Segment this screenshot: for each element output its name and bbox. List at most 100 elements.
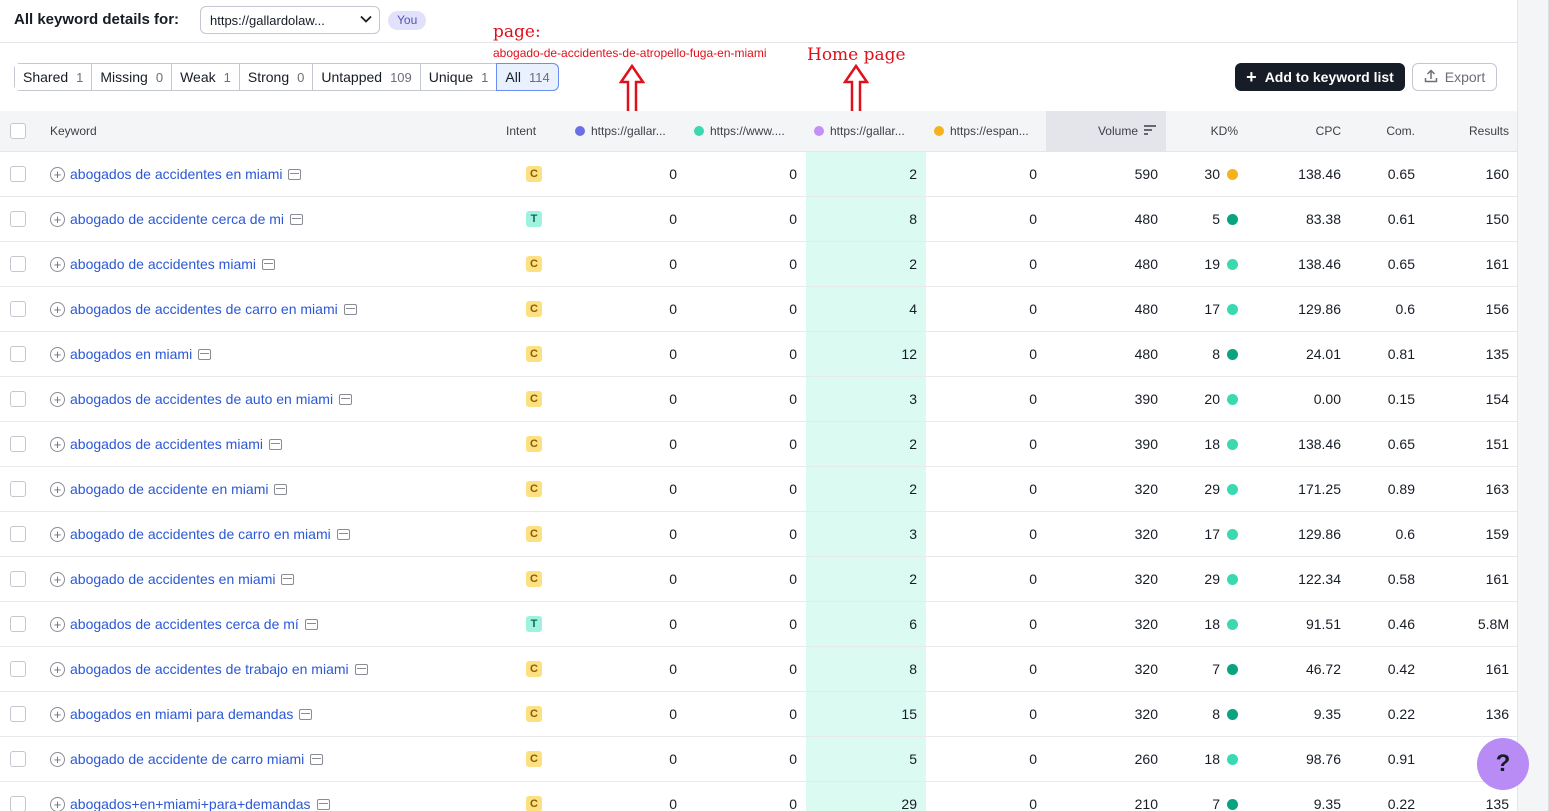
row-checkbox[interactable] [10,782,26,811]
add-circle-icon[interactable]: + [50,346,65,362]
add-circle-icon[interactable]: + [50,256,65,272]
keyword-link[interactable]: abogado de accidente de carro miami [70,751,304,767]
serp-features-icon[interactable] [281,573,295,585]
serp-features-icon[interactable] [299,708,313,720]
keyword-link[interactable]: abogados+en+miami+para+demandas [70,796,311,811]
table-row[interactable]: + abogado de accidente cerca de mi T 0 0 8 0 48… [0,197,1517,242]
add-to-keyword-list-button[interactable]: + Add to keyword list [1235,63,1405,91]
column-kd[interactable]: KD% [1180,111,1238,151]
add-circle-icon[interactable]: + [50,211,65,227]
row-checkbox[interactable] [10,557,26,601]
serp-features-icon[interactable] [339,393,353,405]
table-row[interactable]: + abogado de accidentes miami C 0 0 2 0 480 138.… [0,242,1517,287]
row-checkbox[interactable] [10,422,26,466]
keyword-link[interactable]: abogados en miami para demandas [70,706,293,722]
export-button[interactable]: Export [1412,63,1497,91]
column-intent[interactable]: Intent [506,111,536,151]
keyword-link[interactable]: abogado de accidentes de carro en miami [70,526,331,542]
table-row[interactable]: + abogados de accidentes de trabajo en mi… [0,647,1517,692]
keyword-link[interactable]: abogados de accidentes de carro en miami [70,301,338,317]
serp-features-icon[interactable] [310,753,324,765]
add-circle-icon[interactable]: + [50,166,65,182]
row-checkbox[interactable] [10,332,26,376]
add-circle-icon[interactable]: + [50,706,65,722]
table-row[interactable]: + abogados de accidentes cerca de mí T 0 0 6 0… [0,602,1517,647]
table-row[interactable]: + abogados de accidentes de carro en miam… [0,287,1517,332]
keyword-link[interactable]: abogados de accidentes cerca de mí [70,616,299,632]
filter-tab-untapped[interactable]: Untapped 109 [313,64,421,90]
column-keyword[interactable]: Keyword [50,111,97,151]
row-checkbox[interactable] [10,152,26,196]
filter-tab-all[interactable]: All 114 [496,63,559,91]
add-circle-icon[interactable]: + [50,301,65,317]
row-checkbox[interactable] [10,602,26,646]
add-circle-icon[interactable]: + [50,481,65,497]
keyword-link[interactable]: abogados en miami [70,346,192,362]
add-circle-icon[interactable]: + [50,391,65,407]
add-circle-icon[interactable]: + [50,526,65,542]
keyword-link[interactable]: abogado de accidente en miami [70,481,268,497]
table-row[interactable]: + abogado de accidentes en miami C 0 0 2 0 320 1… [0,557,1517,602]
column-cpc[interactable]: CPC [1270,111,1341,151]
domain-select[interactable]: https://gallardolaw... [200,6,380,34]
filter-tab-missing[interactable]: Missing 0 [92,64,173,90]
table-row[interactable]: + abogados en miami para demandas C 0 0 15 0 32… [0,692,1517,737]
serp-features-icon[interactable] [290,213,304,225]
add-circle-icon[interactable]: + [50,661,65,677]
serp-features-icon[interactable] [198,348,212,360]
serp-features-icon[interactable] [269,438,283,450]
keyword-link[interactable]: abogados de accidentes de trabajo en mia… [70,661,349,677]
table-row[interactable]: + abogados+en+miami+para+demandas C 0 0 29 0 21… [0,782,1517,811]
add-circle-icon[interactable]: + [50,796,65,811]
filter-tab-shared[interactable]: Shared 1 [15,64,93,90]
column-volume[interactable]: Volume [1046,111,1166,151]
row-checkbox[interactable] [10,692,26,736]
column-domain-4[interactable]: https://espan... [934,111,1044,151]
select-all-checkbox[interactable] [10,111,30,151]
row-checkbox[interactable] [10,377,26,421]
add-circle-icon[interactable]: + [50,616,65,632]
serp-features-icon[interactable] [304,618,318,630]
serp-features-icon[interactable] [288,168,302,180]
annotation-page-label: page: [493,22,541,42]
keyword-link[interactable]: abogado de accidentes miami [70,256,256,272]
table-row[interactable]: + abogado de accidente en miami C 0 0 2 0 320 17… [0,467,1517,512]
keyword-link[interactable]: abogado de accidente cerca de mi [70,211,284,227]
table-row[interactable]: + abogado de accidente de carro miami C 0 0 5… [0,737,1517,782]
table-row[interactable]: + abogado de accidentes de carro en miami… [0,512,1517,557]
row-checkbox[interactable] [10,287,26,331]
serp-features-icon[interactable] [343,303,357,315]
column-domain-1[interactable]: https://gallar... [575,111,685,151]
row-checkbox[interactable] [10,467,26,511]
filter-tab-weak[interactable]: Weak 1 [172,64,240,90]
row-checkbox[interactable] [10,647,26,691]
row-checkbox[interactable] [10,512,26,556]
column-results[interactable]: Results [1430,111,1509,151]
keyword-link[interactable]: abogado de accidentes en miami [70,571,275,587]
add-circle-icon[interactable]: + [50,436,65,452]
serp-features-icon[interactable] [262,258,276,270]
table-row[interactable]: + abogados de accidentes de auto en miami… [0,377,1517,422]
row-checkbox[interactable] [10,737,26,781]
keyword-link[interactable]: abogados de accidentes de auto en miami [70,391,333,407]
keyword-link[interactable]: abogados de accidentes en miami [70,166,282,182]
table-row[interactable]: + abogados de accidentes miami C 0 0 2 0 390 138… [0,422,1517,467]
serp-features-icon[interactable] [336,528,350,540]
filter-tab-strong[interactable]: Strong 0 [239,64,314,90]
column-com[interactable]: Com. [1355,111,1415,151]
column-domain-3[interactable]: https://gallar... [814,111,924,151]
serp-features-icon[interactable] [274,483,288,495]
keyword-link[interactable]: abogados de accidentes miami [70,436,263,452]
table-row[interactable]: + abogados en miami C 0 0 12 0 480 24.01 0.81 135 8 [0,332,1517,377]
column-domain-2[interactable]: https://www.... [694,111,804,151]
keyword-cell: + abogados de accidentes en miami [50,152,302,196]
serp-features-icon[interactable] [354,663,368,675]
row-checkbox[interactable] [10,242,26,286]
row-checkbox[interactable] [10,197,26,241]
add-circle-icon[interactable]: + [50,751,65,767]
help-button[interactable]: ? [1477,738,1529,790]
table-row[interactable]: + abogados de accidentes en miami C 0 0 2 0 590… [0,152,1517,197]
serp-features-icon[interactable] [316,798,330,810]
filter-tab-unique[interactable]: Unique 1 [420,64,498,90]
add-circle-icon[interactable]: + [50,571,65,587]
